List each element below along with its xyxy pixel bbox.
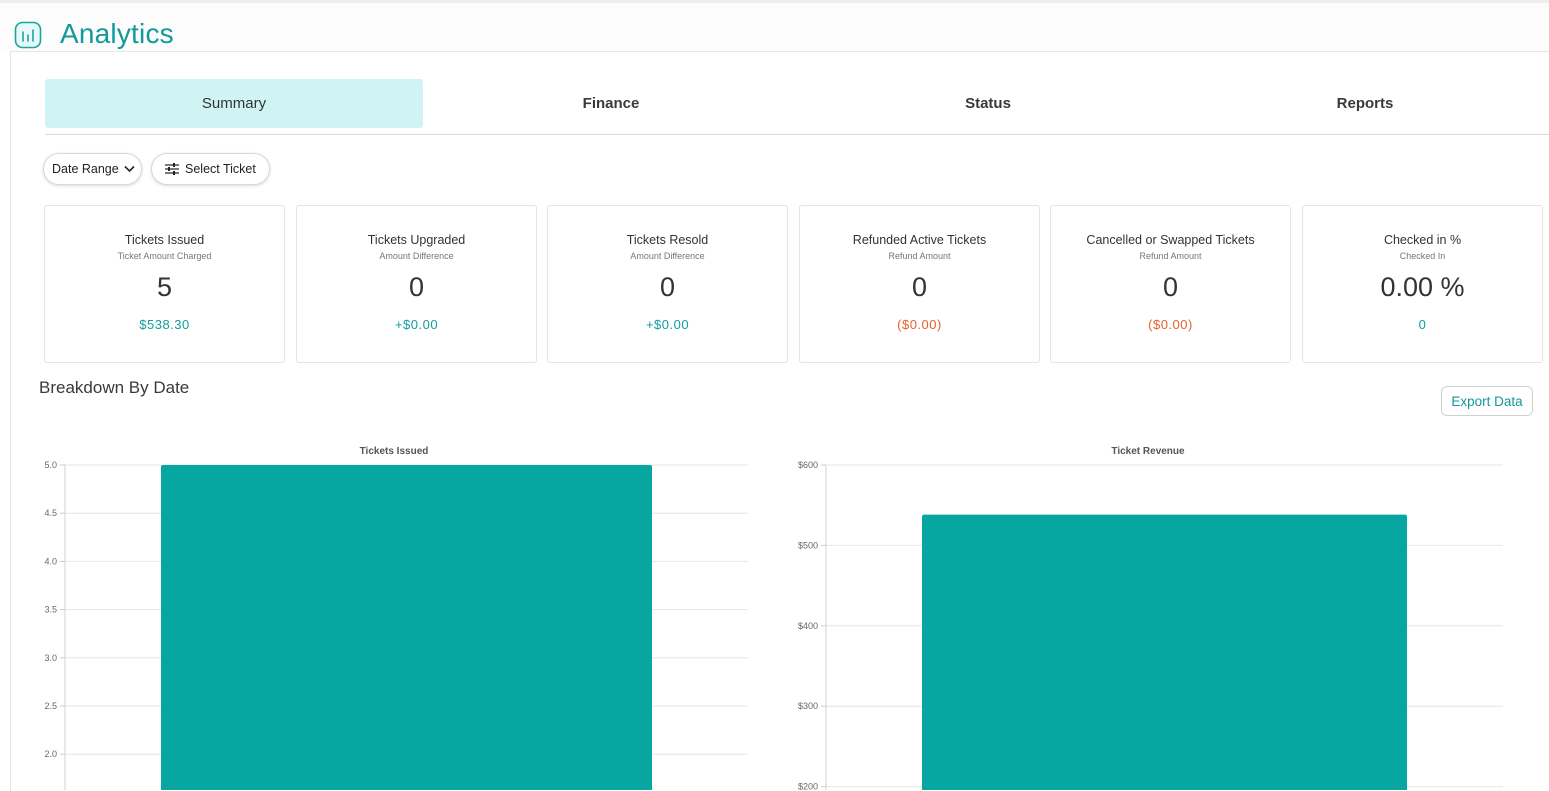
page-header: Analytics [0, 3, 1549, 51]
bar [922, 514, 1407, 790]
card-value: 0.00 % [1380, 272, 1465, 302]
y-tick-label: $600 [798, 460, 818, 470]
stat-card-cancelled-swapped: Cancelled or Swapped Tickets Refund Amou… [1050, 205, 1291, 363]
select-ticket-label: Select Ticket [185, 162, 256, 176]
stat-card-tickets-resold: Tickets Resold Amount Difference 0 +$0.0… [547, 205, 788, 363]
bar-chart-icon [14, 21, 42, 49]
select-ticket-button[interactable]: Select Ticket [151, 153, 270, 185]
card-value: 5 [156, 272, 173, 302]
y-tick-label: $200 [798, 782, 818, 790]
card-amount: 0 [1418, 317, 1427, 332]
card-title: Tickets Upgraded [367, 233, 466, 247]
y-tick-label: 5.0 [44, 460, 57, 470]
card-value: 0 [911, 272, 928, 302]
card-amount: $538.30 [139, 317, 190, 332]
filter-sliders-icon [165, 163, 179, 175]
card-subtitle: Refund Amount [1139, 251, 1202, 261]
bar [161, 465, 652, 790]
card-amount: +$0.00 [645, 317, 690, 332]
stat-card-tickets-issued: Tickets Issued Ticket Amount Charged 5 $… [44, 205, 285, 363]
tab-status[interactable]: Status [799, 79, 1177, 128]
tab-summary[interactable]: Summary [45, 79, 423, 128]
tickets-issued-chart: Tickets Issued 5.0 4.5 4.0 3.5 3.0 2.5 2.0 [20, 440, 760, 790]
date-range-label: Date Range [52, 162, 119, 176]
y-tick-label: 3.5 [44, 605, 57, 615]
chart-title: Tickets Issued [360, 446, 429, 457]
stat-card-checked-in: Checked in % Checked In 0.00 % 0 [1302, 205, 1543, 363]
ticket-revenue-chart: Ticket Revenue $600 $500 $400 $300 $200 [780, 440, 1520, 790]
card-amount: ($0.00) [1148, 317, 1193, 332]
card-title: Tickets Issued [124, 233, 205, 247]
tab-bar: Summary Finance Status Reports [45, 79, 1549, 135]
card-value: 0 [659, 272, 676, 302]
card-amount: ($0.00) [897, 317, 942, 332]
y-tick-label: 4.5 [44, 508, 57, 518]
date-range-dropdown[interactable]: Date Range [43, 153, 142, 185]
card-subtitle: Ticket Amount Charged [117, 251, 212, 261]
card-subtitle: Amount Difference [379, 251, 454, 261]
export-data-button[interactable]: Export Data [1441, 386, 1533, 416]
y-tick-label: 2.0 [44, 749, 57, 759]
ticket-revenue-chart-svg: Ticket Revenue $600 $500 $400 $300 $200 [798, 446, 1503, 790]
y-tick-label: 2.5 [44, 701, 57, 711]
card-title: Cancelled or Swapped Tickets [1086, 233, 1255, 247]
card-title: Refunded Active Tickets [852, 233, 987, 247]
card-title: Tickets Resold [626, 233, 709, 247]
y-tick-label: $400 [798, 621, 818, 631]
stat-card-tickets-upgraded: Tickets Upgraded Amount Difference 0 +$0… [296, 205, 537, 363]
y-tick-label: 4.0 [44, 556, 57, 566]
card-value: 0 [1162, 272, 1179, 302]
chart-title: Ticket Revenue [1111, 446, 1185, 457]
tab-reports[interactable]: Reports [1176, 79, 1549, 128]
card-title: Checked in % [1383, 233, 1462, 247]
card-amount: +$0.00 [394, 317, 439, 332]
y-tick-label: $500 [798, 540, 818, 550]
tab-finance[interactable]: Finance [422, 79, 800, 128]
chevron-down-icon [124, 165, 135, 173]
tickets-issued-chart-svg: Tickets Issued 5.0 4.5 4.0 3.5 3.0 2.5 2.0 [44, 446, 748, 790]
card-subtitle: Refund Amount [888, 251, 951, 261]
breakdown-title: Breakdown By Date [39, 378, 190, 397]
card-value: 0 [408, 272, 425, 302]
y-tick-label: $300 [798, 701, 818, 711]
card-subtitle: Amount Difference [630, 251, 705, 261]
page-title: Analytics [60, 18, 174, 49]
y-tick-label: 3.0 [44, 653, 57, 663]
card-subtitle: Checked In [1399, 251, 1446, 261]
stat-card-refunded-active: Refunded Active Tickets Refund Amount 0 … [799, 205, 1040, 363]
